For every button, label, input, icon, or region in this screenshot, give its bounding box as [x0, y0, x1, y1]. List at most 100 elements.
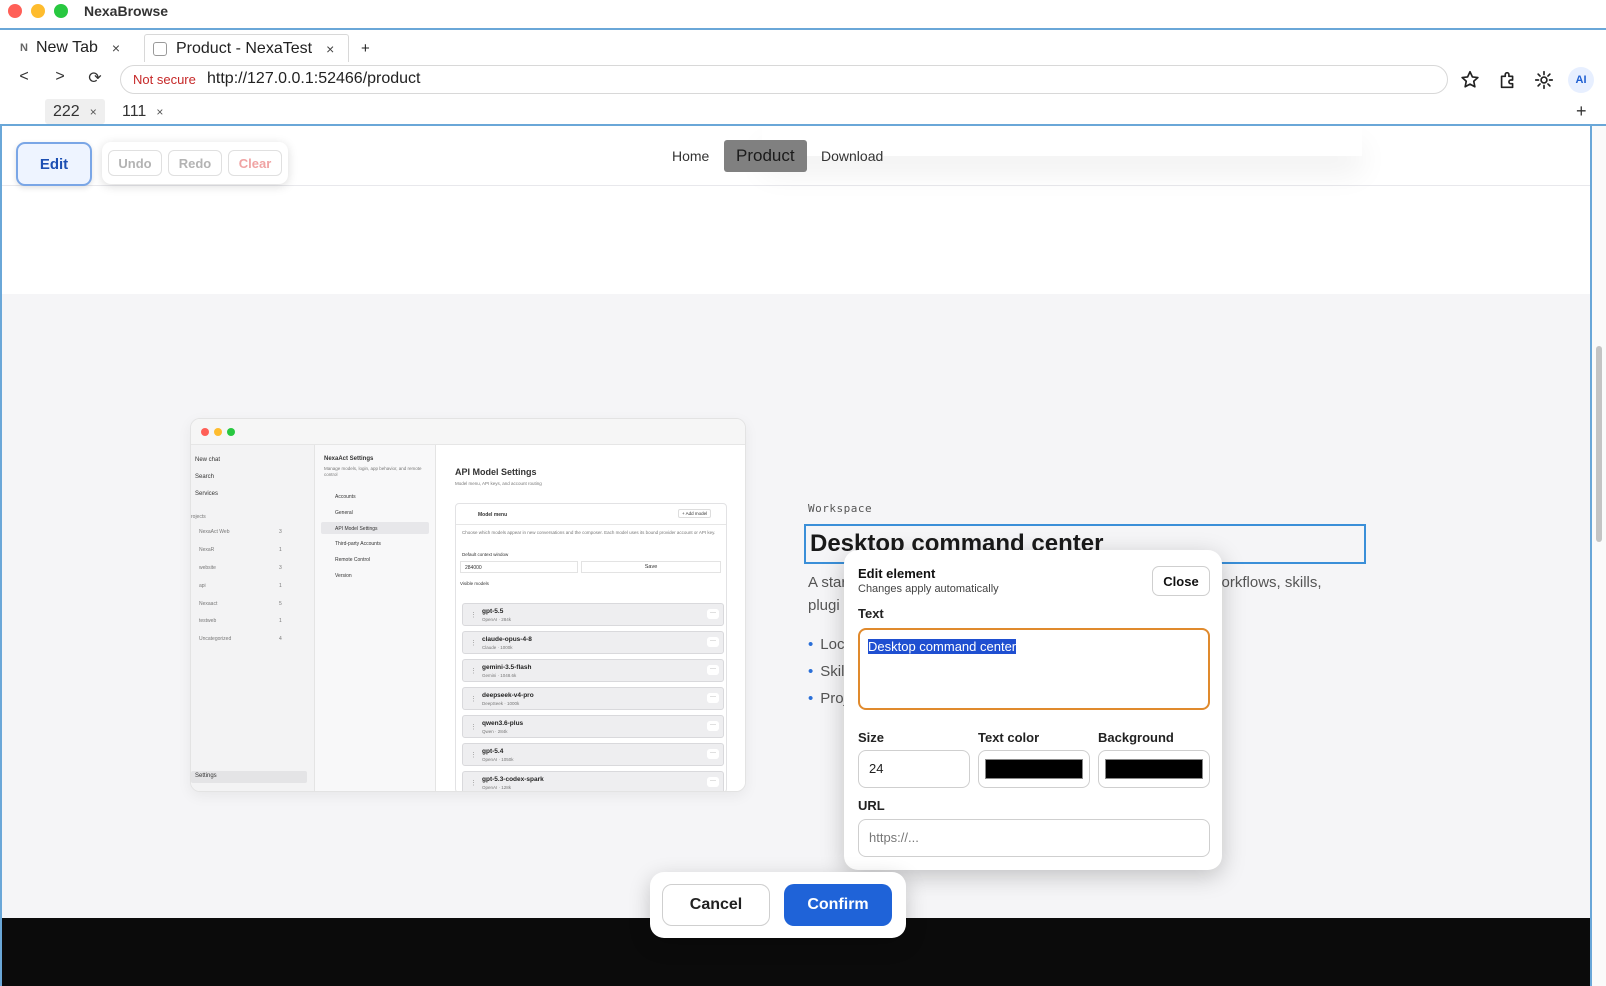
workspace-description[interactable]: A star	[808, 574, 846, 591]
page-favicon-icon	[153, 41, 167, 56]
back-button[interactable]: <	[14, 68, 34, 86]
project-item: testweb	[199, 618, 217, 624]
model-row: ⋮ gemini-3.5-flash Gemini · 1048.6k ···	[462, 659, 724, 682]
yellow-dot-icon	[214, 428, 222, 436]
undo-button[interactable]: Undo	[108, 150, 162, 176]
more-icon: ···	[707, 609, 719, 619]
drag-handle-icon: ⋮	[470, 668, 477, 675]
settings-nav-item: Remote Control	[335, 557, 371, 563]
model-provider: OpenAI · 284k	[482, 617, 512, 622]
model-name: gpt-5.4	[482, 748, 504, 755]
close-icon[interactable]: ×	[90, 105, 97, 119]
tab-title: Product - NexaTest	[176, 39, 313, 57]
model-menu-description: Choose which models appear in new conver…	[462, 530, 716, 535]
model-provider: OpenAI · 128k	[482, 785, 512, 790]
new-tab-button[interactable]: +	[361, 34, 370, 62]
sidebar-settings: Settings	[195, 773, 217, 779]
reload-button[interactable]: ⟳	[85, 68, 105, 88]
close-icon[interactable]: ×	[156, 105, 163, 119]
project-count: 3	[279, 565, 282, 571]
sidebar-new-chat: New chat	[195, 457, 221, 463]
more-icon: ···	[707, 637, 719, 647]
settings-nav-item: Version	[335, 573, 352, 579]
save-context-button: Save	[581, 561, 721, 573]
text-label: Text	[858, 606, 884, 621]
sidebar-search: Search	[195, 474, 215, 480]
panel-subtitle: Changes apply automatically	[858, 583, 999, 595]
size-label: Size	[858, 730, 885, 745]
scrollbar-thumb[interactable]	[1596, 346, 1602, 542]
feature-bullet[interactable]: • Proj	[808, 690, 847, 707]
cancel-button[interactable]: Cancel	[662, 884, 770, 926]
close-panel-button[interactable]: Close	[1152, 566, 1210, 596]
text-color-label: Text color	[978, 730, 1040, 745]
background-color-picker[interactable]	[1098, 750, 1210, 788]
text-input-value[interactable]: Desktop command center	[868, 639, 1017, 654]
gear-icon[interactable]	[1533, 69, 1555, 91]
model-row: ⋮ deepseek-v4-pro DeepSeek · 1000k ···	[462, 687, 724, 710]
model-row: ⋮ gpt-5.3-codex-spark OpenAI · 128k ···	[462, 771, 724, 791]
text-color-picker[interactable]	[978, 750, 1090, 788]
bookmark-item[interactable]: 111 ×	[122, 99, 163, 124]
bullet-dot-icon: •	[808, 636, 814, 653]
model-name: gpt-5.3-codex-spark	[482, 776, 544, 783]
edit-element-panel: Edit element Changes apply automatically…	[844, 550, 1222, 870]
close-tab-icon[interactable]: ×	[326, 41, 334, 57]
minimize-window-button[interactable]	[31, 4, 45, 18]
settings-nav-item: API Model Settings	[335, 526, 378, 532]
close-tab-icon[interactable]: ×	[112, 40, 120, 56]
confirm-bar: Cancel Confirm	[650, 872, 906, 938]
project-count: 1	[279, 618, 282, 624]
ai-assistant-button[interactable]: AI	[1568, 67, 1594, 93]
model-row: ⋮ qwen3.6-plus Qwen · 284k ···	[462, 715, 724, 738]
screenshot-settings-nav: NexaAct Settings Manage models, login, a…	[315, 445, 436, 791]
project-count: 1	[279, 547, 282, 553]
workspace-eyebrow[interactable]: Workspace	[808, 502, 872, 515]
feature-bullet[interactable]: • Skill	[808, 663, 848, 680]
url-text[interactable]: http://127.0.0.1:52466/product	[207, 70, 421, 88]
add-model-button: + Add model	[678, 509, 712, 518]
tab-new-tab[interactable]: N New Tab ×	[20, 34, 142, 62]
security-indicator[interactable]: Not secure	[133, 72, 196, 87]
nav-home[interactable]: Home	[672, 140, 709, 172]
clear-button[interactable]: Clear	[228, 150, 282, 176]
settings-nav-item: General	[335, 510, 353, 516]
settings-nav-item: Third-party Accounts	[335, 541, 381, 547]
add-bookmark-button[interactable]: +	[1576, 99, 1587, 124]
redo-button[interactable]: Redo	[168, 150, 222, 176]
tab-title: New Tab	[35, 39, 98, 56]
puzzle-icon[interactable]	[1497, 69, 1519, 91]
tab-product[interactable]: Product - NexaTest ×	[144, 34, 349, 62]
nav-download[interactable]: Download	[821, 140, 883, 172]
screenshot-titlebar	[191, 419, 745, 445]
close-window-button[interactable]	[8, 4, 22, 18]
screenshot-sidebar: New chat Search Services rojects NexaAct…	[191, 445, 315, 791]
background-color-swatch	[1105, 759, 1203, 779]
size-input[interactable]: 24	[858, 750, 970, 788]
project-item: Nexaact	[199, 601, 218, 607]
model-provider: Claude · 1000k	[482, 645, 513, 650]
zoom-window-button[interactable]	[54, 4, 68, 18]
nexa-favicon-icon: N	[20, 42, 28, 54]
address-bar[interactable]: Not secure http://127.0.0.1:52466/produc…	[120, 65, 1448, 94]
project-item: website	[199, 565, 216, 571]
workspace-description-line-2[interactable]: plugi	[808, 597, 840, 614]
nav-product[interactable]: Product	[724, 140, 807, 172]
star-icon[interactable]	[1459, 69, 1481, 91]
edit-button[interactable]: Edit	[16, 142, 92, 186]
forward-button[interactable]: >	[50, 68, 70, 86]
sidebar-settings-row: Settings	[191, 771, 307, 783]
model-provider: OpenAI · 1050k	[482, 757, 514, 762]
project-item: NexaR	[199, 547, 215, 553]
screenshot-main: API Model Settings Model menu, API keys,…	[436, 445, 745, 791]
context-window-input: 284000	[460, 561, 578, 573]
text-input[interactable]: Desktop command center	[858, 628, 1210, 710]
confirm-button[interactable]: Confirm	[784, 884, 892, 926]
page-scrollbar[interactable]	[1592, 126, 1606, 986]
bookmark-item[interactable]: 222 ×	[45, 99, 105, 124]
project-count: 1	[279, 583, 282, 589]
green-dot-icon	[227, 428, 235, 436]
bullet-dot-icon: •	[808, 690, 814, 707]
url-input[interactable]: https://...	[858, 819, 1210, 857]
bullet-text: Proj	[820, 690, 847, 707]
